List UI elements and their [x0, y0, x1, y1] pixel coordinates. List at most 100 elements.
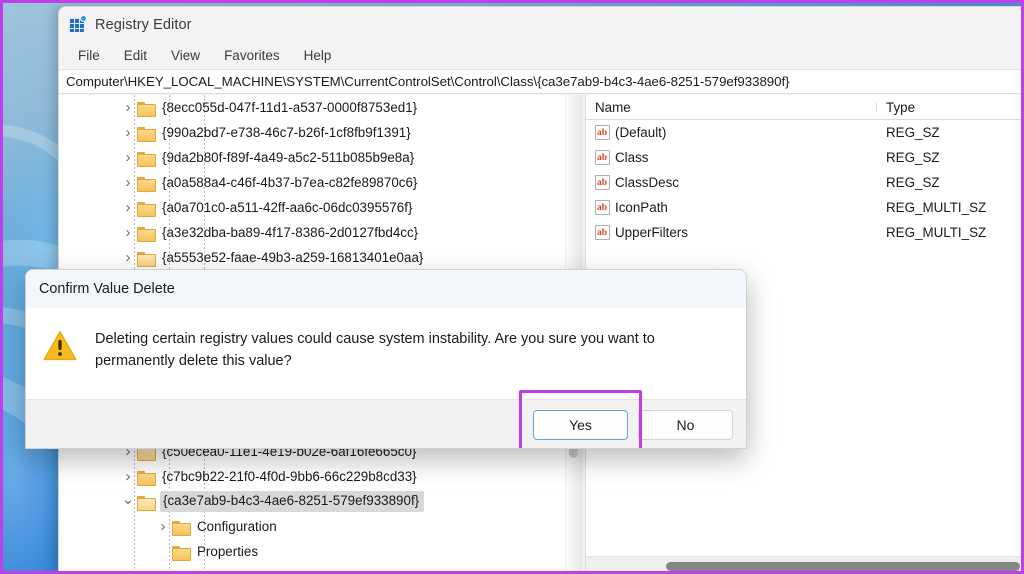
column-header-type[interactable]: Type — [877, 100, 915, 115]
folder-icon — [137, 126, 156, 142]
chevron-right-icon[interactable]: › — [119, 175, 137, 190]
chevron-right-icon[interactable]: › — [154, 519, 172, 534]
tree-item[interactable]: › {c7bc9b22-21f0-4f0d-9bb6-66c229b8cd33} — [59, 464, 581, 489]
values-row[interactable]: ab IconPath REG_MULTI_SZ — [586, 195, 1021, 220]
registry-icon — [69, 15, 87, 33]
folder-icon — [172, 545, 191, 561]
values-row[interactable]: ab (Default) REG_SZ — [586, 120, 1021, 145]
tree-item[interactable]: ⌄ {ca3e7ab9-b4c3-4ae6-8251-579ef933890f} — [59, 489, 581, 514]
tree-item[interactable]: › {cdcf0939-b75b-4630-bf76-80f7ba655884} — [59, 564, 581, 571]
chevron-right-icon[interactable]: › — [119, 225, 137, 240]
no-button[interactable]: No — [638, 410, 733, 440]
string-value-icon: ab — [595, 225, 610, 240]
tree-item-label: {c7bc9b22-21f0-4f0d-9bb6-66c229b8cd33} — [162, 468, 417, 484]
folder-icon — [137, 151, 156, 167]
chevron-right-icon[interactable]: › — [119, 569, 137, 571]
tree-item-label: {cdcf0939-b75b-4630-bf76-80f7ba655884} — [162, 569, 414, 571]
value-name: UpperFilters — [615, 225, 688, 240]
tree-item[interactable]: › {a5553e52-faae-49b3-a259-16813401e0aa} — [59, 245, 581, 270]
tree-item[interactable]: › {a0a701c0-a511-42ff-aa6c-06dc0395576f} — [59, 195, 581, 220]
tree-item-label: {a3e32dba-ba89-4f17-8386-2d0127fbd4cc} — [162, 224, 419, 240]
yes-button-wrapper: Yes — [519, 390, 642, 448]
address-bar[interactable]: Computer\HKEY_LOCAL_MACHINE\SYSTEM\Curre… — [59, 69, 1021, 94]
chevron-down-icon[interactable]: ⌄ — [119, 492, 137, 507]
values-row[interactable]: ab UpperFilters REG_MULTI_SZ — [586, 220, 1021, 245]
value-name: ClassDesc — [615, 175, 679, 190]
value-type: REG_MULTI_SZ — [886, 225, 987, 240]
chevron-right-icon[interactable]: › — [119, 250, 137, 265]
tree-item-label: {ca3e7ab9-b4c3-4ae6-8251-579ef933890f} — [160, 491, 425, 512]
values-row[interactable]: ab ClassDesc REG_SZ — [586, 170, 1021, 195]
tree-item-label: {9da2b80f-f89f-4a49-a5c2-511b085b9e8a} — [162, 149, 415, 165]
tree-item-label: {a0a588a4-c46f-4b37-b7ea-c82fe89870c6} — [162, 174, 418, 190]
folder-icon — [137, 495, 156, 511]
yes-button[interactable]: Yes — [533, 410, 628, 440]
values-horizontal-scrollbar[interactable] — [586, 556, 1021, 571]
folder-icon — [137, 470, 156, 486]
tree-item[interactable]: Properties — [59, 539, 581, 564]
chevron-right-icon[interactable]: › — [119, 125, 137, 140]
value-name-cell: ab UpperFilters — [586, 225, 877, 240]
tree-item[interactable]: › {a3e32dba-ba89-4f17-8386-2d0127fbd4cc} — [59, 220, 581, 245]
dialog-footer: Yes No — [26, 390, 746, 448]
value-name: Class — [615, 150, 649, 165]
menu-favorites[interactable]: Favorites — [213, 45, 291, 66]
menu-bar: File Edit View Favorites Help — [59, 42, 1021, 69]
value-name-cell: ab (Default) — [586, 125, 877, 140]
tree-item[interactable]: › {a0a588a4-c46f-4b37-b7ea-c82fe89870c6} — [59, 170, 581, 195]
folder-icon — [137, 251, 156, 267]
values-header-row: Name Type — [586, 95, 1021, 120]
dialog-message: Deleting certain registry values could c… — [95, 331, 655, 370]
value-name: IconPath — [615, 200, 668, 215]
screen-capture: Registry Editor File Edit View Favorites… — [0, 0, 1024, 574]
folder-icon — [137, 226, 156, 242]
string-value-icon: ab — [595, 150, 610, 165]
folder-icon — [137, 201, 156, 217]
folder-icon — [137, 570, 155, 571]
menu-help[interactable]: Help — [293, 45, 343, 66]
tree-item[interactable]: › Configuration — [59, 514, 581, 539]
chevron-right-icon[interactable]: › — [119, 469, 137, 484]
value-name: (Default) — [615, 125, 667, 140]
dialog-body: Deleting certain registry values could c… — [26, 308, 746, 399]
string-value-icon: ab — [595, 125, 610, 140]
folder-icon — [137, 176, 156, 192]
menu-edit[interactable]: Edit — [113, 45, 158, 66]
values-row[interactable]: ab Class REG_SZ — [586, 145, 1021, 170]
chevron-right-icon[interactable]: › — [119, 100, 137, 115]
value-name-cell: ab ClassDesc — [586, 175, 877, 190]
string-value-icon: ab — [595, 200, 610, 215]
tree-item-label: {a0a701c0-a511-42ff-aa6c-06dc0395576f} — [162, 199, 413, 215]
dialog-title: Confirm Value Delete — [39, 281, 175, 297]
folder-icon — [172, 520, 191, 536]
tree-item-label: {990a2bd7-e738-46c7-b26f-1cf8fb9f1391} — [162, 124, 411, 140]
menu-file[interactable]: File — [67, 45, 111, 66]
chevron-right-icon[interactable]: › — [119, 200, 137, 215]
menu-view[interactable]: View — [160, 45, 211, 66]
tree-item-label: {a5553e52-faae-49b3-a259-16813401e0aa} — [162, 249, 424, 265]
tree-item[interactable]: › {9da2b80f-f89f-4a49-a5c2-511b085b9e8a} — [59, 145, 581, 170]
value-name-cell: ab IconPath — [586, 200, 877, 215]
string-value-icon: ab — [595, 175, 610, 190]
dialog-titlebar: Confirm Value Delete — [26, 270, 746, 308]
tree-item[interactable]: › {990a2bd7-e738-46c7-b26f-1cf8fb9f1391} — [59, 120, 581, 145]
column-header-name[interactable]: Name — [586, 100, 877, 115]
window-titlebar: Registry Editor — [59, 7, 1021, 42]
value-type: REG_SZ — [886, 150, 940, 165]
warning-triangle-icon — [43, 330, 77, 361]
value-type: REG_MULTI_SZ — [886, 200, 987, 215]
value-type: REG_SZ — [886, 125, 940, 140]
tree-item-label: {8ecc055d-047f-11d1-a537-0000f8753ed1} — [162, 99, 418, 115]
values-scrollbar-thumb[interactable] — [666, 562, 1020, 571]
value-type: REG_SZ — [886, 175, 940, 190]
value-name-cell: ab Class — [586, 150, 877, 165]
tree-item-label: Properties — [197, 543, 259, 559]
chevron-right-icon[interactable]: › — [119, 150, 137, 165]
address-path: Computer\HKEY_LOCAL_MACHINE\SYSTEM\Curre… — [66, 74, 790, 89]
window-title: Registry Editor — [95, 16, 192, 33]
tree-item-label: Configuration — [197, 518, 277, 534]
folder-icon — [137, 101, 156, 117]
values-list: ab (Default) REG_SZ ab Class REG_SZ ab ClassDes… — [586, 120, 1021, 245]
tree-item[interactable]: › {8ecc055d-047f-11d1-a537-0000f8753ed1} — [59, 95, 581, 120]
confirm-value-delete-dialog: Confirm Value Delete Deleting certain re… — [25, 269, 747, 449]
